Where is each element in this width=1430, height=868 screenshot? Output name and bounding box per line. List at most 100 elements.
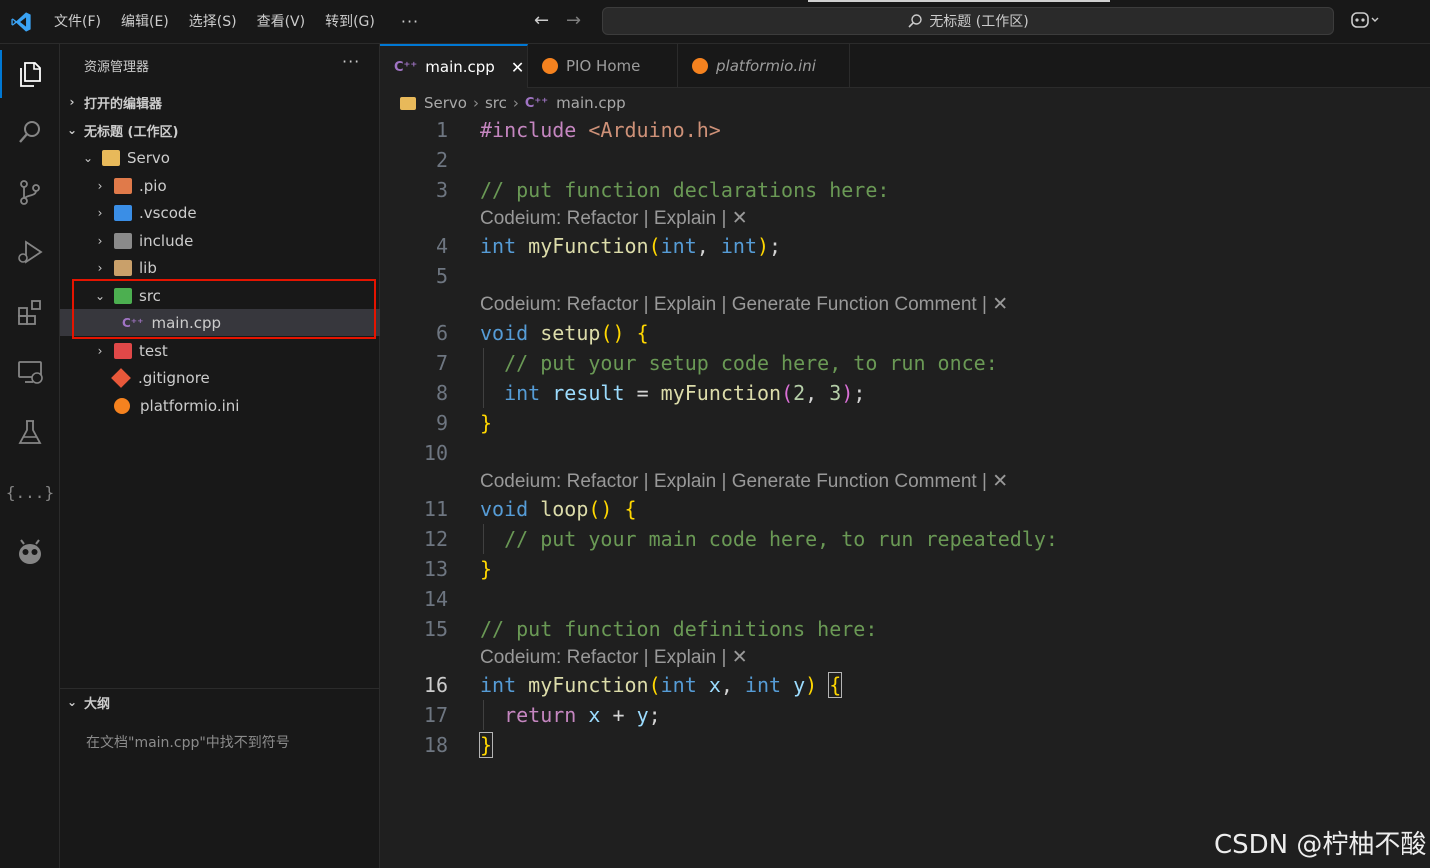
code-line[interactable]: 1 #include <Arduino.h> (380, 115, 1430, 145)
forward-arrow-icon[interactable]: → (566, 10, 581, 31)
extensions-icon[interactable] (0, 288, 60, 336)
code-line[interactable]: 12 // put your main code here, to run re… (380, 524, 1430, 554)
menu-file[interactable]: 文件(F) (44, 0, 111, 44)
line-number: 15 (423, 617, 448, 641)
include-folder-icon (114, 232, 132, 249)
breadcrumb-item[interactable]: Servo (424, 94, 467, 112)
workspace-section[interactable]: ⌄ 无标题 (工作区) (60, 116, 380, 144)
menu-go[interactable]: 转到(G) (315, 0, 385, 44)
tree-file-platformio-ini[interactable]: platformio.ini (60, 392, 380, 419)
code-text: // put function definitions here: (480, 617, 878, 641)
code-text: } (480, 411, 493, 435)
workspace-folder-icon (102, 149, 120, 166)
tree-folder-pio[interactable]: › .pio (60, 172, 380, 199)
line-number: 9 (435, 411, 448, 435)
code-line[interactable]: 17 return x + y; (380, 700, 1430, 730)
open-editors-section[interactable]: › 打开的编辑器 (60, 88, 380, 116)
tree-file-gitignore[interactable]: .gitignore (60, 364, 380, 391)
code-text: int myFunction(int x, int y) { (480, 672, 843, 698)
title-bar: 文件(F) 编辑(E) 选择(S) 查看(V) 转到(G) ··· ← → 无标… (0, 0, 1430, 44)
code-text: return x + y; (504, 703, 661, 727)
platformio-icon (542, 58, 558, 74)
platformio-icon[interactable] (0, 528, 60, 576)
testing-icon[interactable] (0, 408, 60, 456)
tree-folder-servo[interactable]: ⌄ Servo (60, 144, 380, 171)
cpp-file-icon: C⁺⁺ (524, 95, 549, 111)
code-line[interactable]: 2 (380, 145, 1430, 175)
code-line[interactable]: 3 // put function declarations here: (380, 175, 1430, 205)
tab-platformio-ini[interactable]: platformio.ini (678, 44, 850, 88)
menu-edit[interactable]: 编辑(E) (111, 0, 179, 44)
code-line-current[interactable]: 16 int myFunction(int x, int y) { (380, 670, 1430, 700)
explorer-more-button[interactable]: ··· (342, 52, 360, 71)
outline-empty-message: 在文档"main.cpp"中找不到符号 (86, 735, 290, 751)
code-line[interactable]: 11 void loop() { (380, 494, 1430, 524)
tree-folder-vscode[interactable]: › .vscode (60, 199, 380, 226)
editor-area: C⁺⁺ main.cpp ✕ PIO Home platformio.ini S… (380, 44, 1430, 868)
menu-bar: 文件(F) 编辑(E) 选择(S) 查看(V) 转到(G) ··· (44, 0, 435, 44)
line-number: 14 (423, 587, 448, 611)
tree-folder-lib[interactable]: › lib (60, 254, 380, 281)
code-line[interactable]: 9} (380, 408, 1430, 438)
tree-label: .pio (139, 176, 167, 195)
tree-folder-test[interactable]: › test (60, 337, 380, 364)
code-line[interactable]: 7 // put your setup code here, to run on… (380, 348, 1430, 378)
pio-folder-icon (114, 177, 132, 194)
code-line[interactable]: 10 (380, 438, 1430, 468)
line-number: 6 (435, 321, 448, 345)
menu-view[interactable]: 查看(V) (247, 0, 316, 44)
tab-main-cpp[interactable]: C⁺⁺ main.cpp ✕ (380, 44, 528, 88)
chevron-down-icon: ⌄ (82, 150, 94, 165)
outline-section[interactable]: ⌄ 大纲 (60, 688, 380, 716)
codeium-lens[interactable]: Codeium: Refactor | Explain | Generate F… (480, 469, 1008, 495)
tree-label: platformio.ini (140, 396, 240, 415)
tree-label: lib (139, 258, 157, 277)
chevron-right-icon: › (97, 343, 103, 358)
tree-folder-include[interactable]: › include (60, 227, 380, 254)
json-icon[interactable]: {...} (0, 468, 60, 516)
line-number: 5 (435, 264, 448, 288)
tab-pio-home[interactable]: PIO Home (528, 44, 678, 88)
command-center-label: 无标题 (工作区) (929, 14, 1029, 30)
code-line[interactable]: 13} (380, 554, 1430, 584)
search-icon[interactable] (0, 108, 60, 156)
copilot-icon[interactable] (1350, 10, 1380, 34)
breadcrumb-item[interactable]: main.cpp (556, 94, 626, 112)
code-line[interactable]: 15 // put function definitions here: (380, 614, 1430, 644)
code-text: } (478, 732, 494, 758)
line-number: 13 (423, 557, 448, 581)
run-debug-icon[interactable] (0, 228, 60, 276)
code-line[interactable]: 4 int myFunction(int, int); (380, 231, 1430, 261)
line-number: 18 (423, 733, 448, 757)
code-text: void setup() { (480, 321, 649, 345)
code-line[interactable]: 14 (380, 584, 1430, 614)
codeium-lens[interactable]: Codeium: Refactor | Explain | ✕ (480, 206, 748, 232)
test-folder-icon (114, 342, 132, 359)
line-number: 10 (423, 441, 448, 465)
code-line[interactable]: 6 void setup() { (380, 318, 1430, 348)
tree-label: Servo (127, 148, 170, 167)
menu-more-button[interactable]: ··· (385, 0, 435, 44)
breadcrumb-item[interactable]: src (485, 94, 507, 112)
code-line[interactable]: 8 int result = myFunction(2, 3); (380, 378, 1430, 408)
back-arrow-icon[interactable]: ← (534, 10, 549, 31)
menu-selection[interactable]: 选择(S) (179, 0, 247, 44)
tab-label: platformio.ini (716, 57, 816, 75)
line-number: 2 (435, 148, 448, 172)
cpp-file-icon: C⁺⁺ (394, 59, 418, 75)
code-line[interactable]: 5 (380, 261, 1430, 291)
line-number: 11 (423, 497, 448, 521)
tree-label: .vscode (139, 203, 197, 222)
code-line[interactable]: 18} (380, 730, 1430, 760)
close-icon[interactable]: ✕ (511, 58, 524, 77)
workspace-label: 无标题 (工作区) (84, 124, 179, 140)
source-control-icon[interactable] (0, 168, 60, 216)
line-number: 1 (435, 118, 448, 142)
explorer-icon[interactable] (0, 50, 60, 98)
codeium-lens[interactable]: Codeium: Refactor | Explain | Generate F… (480, 292, 1008, 318)
codeium-lens[interactable]: Codeium: Refactor | Explain | ✕ (480, 645, 748, 671)
remote-explorer-icon[interactable] (0, 348, 60, 396)
command-center-search[interactable]: 无标题 (工作区) (602, 7, 1334, 35)
code-text: // put your setup code here, to run once… (480, 351, 998, 375)
breadcrumb: Servo › src › C⁺⁺ main.cpp (400, 92, 626, 114)
